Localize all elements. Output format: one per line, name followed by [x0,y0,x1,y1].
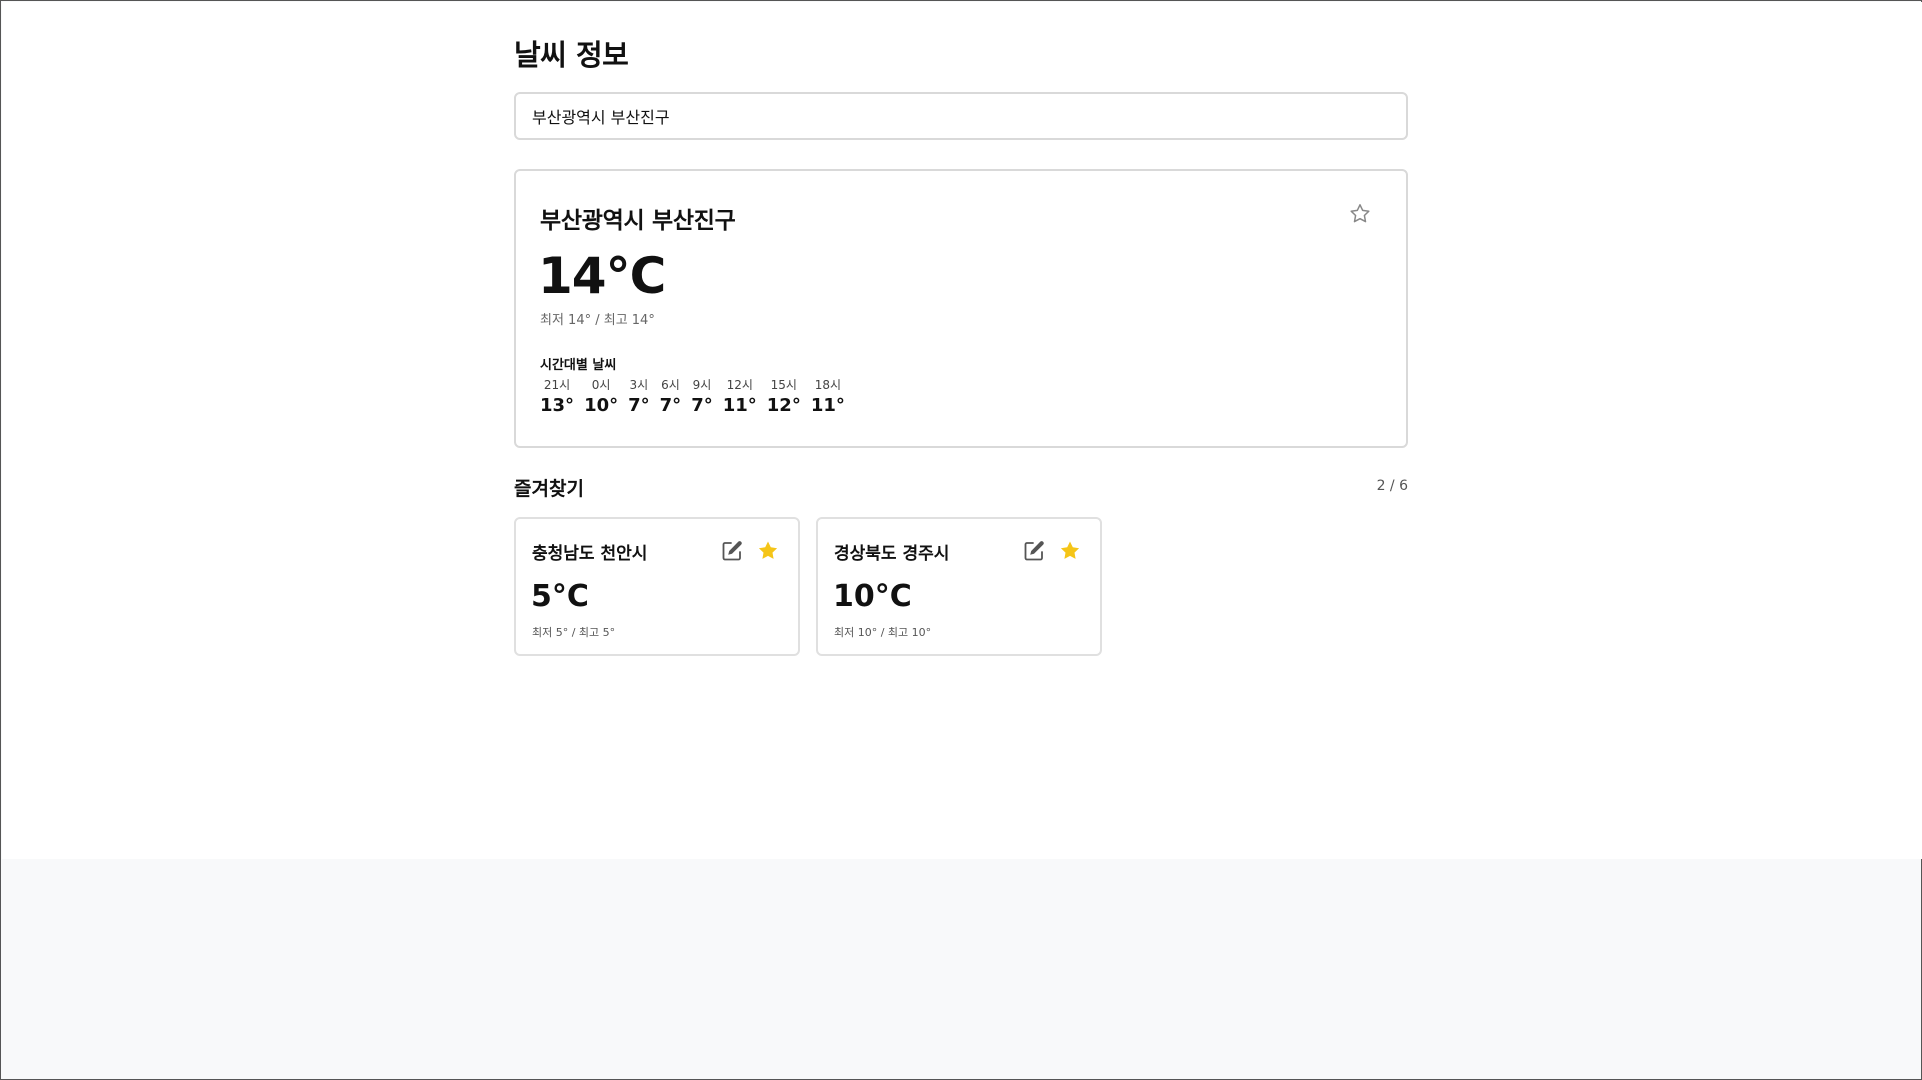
hourly-temp: 10° [584,395,619,416]
current-temp-range: 최저 14° / 최고 14° [540,313,655,328]
current-location-name: 부산광역시 부산진구 [540,208,736,234]
favorite-location-name: 충청남도 천안시 [532,544,648,564]
hourly-item: 15시 12° [767,377,801,419]
favorite-temp-range: 최저 10° / 최고 10° [834,626,932,639]
page: 날씨 정보 부산광역시 부산진구 14°C 최저 14° / 최고 14° 시간… [2,2,1922,859]
hourly-item: 18시 11° [811,377,845,419]
hourly-time: 3시 [629,378,649,392]
favorites-header: 즐겨찾기 2 / 6 [514,474,1408,501]
page-title: 날씨 정보 [514,38,629,72]
favorites-list: 충청남도 천안시 5°C 최저 5° / 최고 5° 경상북도 경주시 10°C… [514,517,1102,656]
hourly-temp: 11° [722,395,757,416]
favorite-temp-range: 최저 5° / 최고 5° [532,626,616,639]
hourly-forecast-list: 21시 13° 0시 10° 3시 7° 6시 7° 9시 7° 12시 11°… [540,377,845,419]
hourly-item: 21시 13° [540,377,574,419]
hourly-temp: 12° [766,395,801,416]
favorites-title: 즐겨찾기 [514,478,584,500]
hourly-temp: 13° [540,395,575,416]
hourly-temp: 7° [628,395,650,416]
star-filled-icon[interactable] [1058,539,1082,563]
hourly-item: 6시 7° [660,377,682,419]
hourly-time: 0시 [591,378,611,392]
current-weather-card: 부산광역시 부산진구 14°C 최저 14° / 최고 14° 시간대별 날씨 … [514,169,1408,448]
edit-icon[interactable] [1022,539,1046,563]
hourly-item: 0시 10° [584,377,618,419]
favorite-temperature: 5°C [531,579,589,614]
hourly-item: 12시 11° [723,377,757,419]
favorite-card[interactable]: 충청남도 천안시 5°C 최저 5° / 최고 5° [514,517,800,656]
favorite-temperature: 10°C [833,579,912,614]
window-frame: 날씨 정보 부산광역시 부산진구 14°C 최저 14° / 최고 14° 시간… [0,0,1922,1080]
hourly-temp: 7° [691,395,713,416]
hourly-temp: 11° [810,395,845,416]
hourly-time: 12시 [726,378,753,392]
search-input[interactable] [514,92,1408,140]
hourly-temp: 7° [659,395,682,416]
hourly-item: 9시 7° [691,377,713,419]
edit-icon[interactable] [720,539,744,563]
star-filled-icon[interactable] [756,539,780,563]
current-temperature: 14°C [538,247,666,305]
favorites-count: 2 / 6 [1376,478,1408,494]
star-outline-icon[interactable] [1348,202,1372,226]
hourly-time: 18시 [814,378,842,392]
hourly-item: 3시 7° [628,377,650,419]
hourly-time: 15시 [770,378,797,392]
hourly-time: 21시 [543,378,571,392]
hourly-time: 6시 [661,378,680,392]
favorite-card[interactable]: 경상북도 경주시 10°C 최저 10° / 최고 10° [816,517,1102,656]
hourly-time: 9시 [692,378,712,392]
favorite-location-name: 경상북도 경주시 [834,544,950,564]
hourly-title: 시간대별 날씨 [540,358,617,373]
